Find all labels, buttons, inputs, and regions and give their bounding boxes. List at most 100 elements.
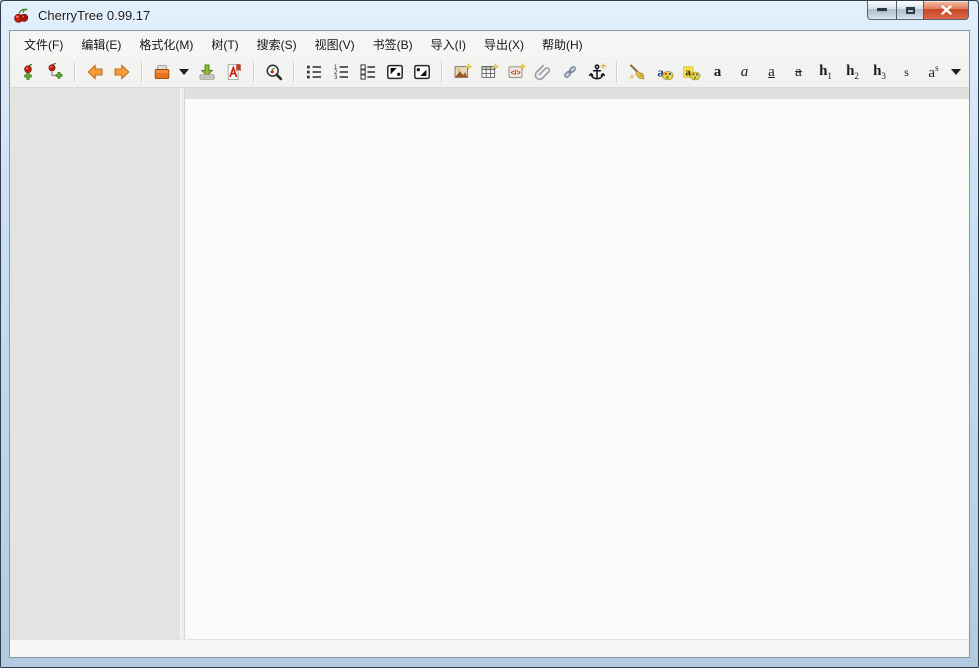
dropdown-caret-icon	[179, 69, 189, 75]
save-as-icon	[197, 62, 217, 82]
italic-button[interactable]: a	[732, 59, 757, 85]
bold-button[interactable]: a	[705, 59, 730, 85]
underline-button[interactable]: a	[759, 59, 784, 85]
text-editor[interactable]	[185, 99, 969, 639]
save-button[interactable]	[149, 59, 174, 85]
toolbar-separator	[616, 62, 617, 82]
toggle-panel-right-icon	[412, 62, 432, 82]
attach-file-button[interactable]	[530, 59, 555, 85]
toolbar-separator	[253, 62, 254, 82]
insert-anchor-button[interactable]	[584, 59, 609, 85]
superscript-icon: as	[928, 64, 938, 81]
clear-formatting-button[interactable]	[624, 59, 649, 85]
menu-bar: 文件(F) 编辑(E) 格式化(M) 树(T) 搜索(S) 视图(V) 书签(B…	[10, 31, 969, 57]
overflow-caret-icon	[951, 69, 961, 75]
save-options-dropdown-button[interactable]	[176, 59, 192, 85]
save-icon	[152, 62, 172, 82]
search-magnifier-icon	[264, 62, 284, 82]
insert-image-button[interactable]	[449, 59, 474, 85]
anchor-icon	[587, 62, 607, 82]
content-area	[10, 88, 969, 639]
menu-help[interactable]: 帮助(H)	[533, 31, 592, 57]
toolbar-separator	[293, 62, 294, 82]
image-icon	[452, 62, 472, 82]
small-text-button[interactable]: s	[894, 59, 919, 85]
insert-link-button[interactable]	[557, 59, 582, 85]
minimize-button[interactable]	[867, 1, 896, 20]
h2-icon: h2	[846, 64, 859, 81]
close-button[interactable]	[924, 1, 969, 20]
toolbar-overflow-button[interactable]	[948, 59, 964, 85]
h2-button[interactable]: h2	[840, 59, 865, 85]
menu-edit[interactable]: 编辑(E)	[72, 31, 130, 57]
add-node-button[interactable]	[15, 59, 40, 85]
go-back-button[interactable]	[82, 59, 107, 85]
toolbar-separator	[141, 62, 142, 82]
foreground-color-icon: a	[654, 62, 674, 82]
insert-table-button[interactable]	[476, 59, 501, 85]
forward-arrow-icon	[112, 62, 132, 82]
add-node-cherry-icon	[18, 62, 38, 82]
background-color-button[interactable]: a	[678, 59, 703, 85]
find-button[interactable]	[261, 59, 286, 85]
svg-text:</>: </>	[510, 70, 520, 77]
export-pdf-button[interactable]	[221, 59, 246, 85]
main-area	[185, 88, 969, 639]
menu-view[interactable]: 视图(V)	[306, 31, 364, 57]
numbered-list-button[interactable]: 1 2 3	[328, 59, 353, 85]
todo-list-button[interactable]	[355, 59, 380, 85]
paperclip-icon	[533, 62, 553, 82]
menu-import[interactable]: 导入(I)	[422, 31, 475, 57]
editor-top-strip	[185, 88, 969, 99]
window-title: CherryTree 0.99.17	[38, 8, 150, 23]
toolbar: 1 2 3	[10, 57, 969, 88]
toolbar-separator	[74, 62, 75, 82]
numbered-list-icon: 1 2 3	[331, 62, 351, 82]
menu-search[interactable]: 搜索(S)	[248, 31, 306, 57]
add-subnode-cherry-icon	[45, 62, 65, 82]
application-window: CherryTree 0.99.17 文件(F) 编辑(E) 格式化(M) 树(…	[0, 0, 979, 668]
window-body: 文件(F) 编辑(E) 格式化(M) 树(T) 搜索(S) 视图(V) 书签(B…	[9, 30, 970, 658]
maximize-button[interactable]	[896, 1, 924, 20]
h3-icon: h3	[873, 64, 886, 81]
menu-tree[interactable]: 树(T)	[202, 31, 247, 57]
h1-button[interactable]: h1	[813, 59, 838, 85]
bulleted-list-icon	[304, 62, 324, 82]
window-controls	[867, 1, 969, 20]
codebox-icon: </>	[506, 62, 526, 82]
add-subnode-button[interactable]	[42, 59, 67, 85]
title-bar[interactable]: CherryTree 0.99.17	[1, 1, 978, 30]
menu-bookmarks[interactable]: 书签(B)	[364, 31, 422, 57]
small-s-icon: s	[904, 66, 909, 78]
save-as-button[interactable]	[194, 59, 219, 85]
bulleted-list-button[interactable]	[301, 59, 326, 85]
close-icon	[941, 5, 952, 15]
foreground-color-button[interactable]: a	[651, 59, 676, 85]
bold-a-icon: a	[714, 65, 722, 80]
insert-codebox-button[interactable]: </>	[503, 59, 528, 85]
pdf-icon	[224, 62, 244, 82]
clear-formatting-broom-icon	[627, 62, 647, 82]
menu-file[interactable]: 文件(F)	[15, 31, 72, 57]
toggle-panel-right-button[interactable]	[409, 59, 434, 85]
maximize-icon	[906, 7, 915, 14]
background-color-icon: a	[681, 62, 701, 82]
h3-button[interactable]: h3	[867, 59, 892, 85]
svg-text:3: 3	[334, 75, 338, 81]
superscript-button[interactable]: as	[921, 59, 946, 85]
menu-format[interactable]: 格式化(M)	[130, 31, 202, 57]
underline-a-icon: a	[768, 65, 775, 80]
toggle-panel-left-icon	[385, 62, 405, 82]
strikethrough-a-icon: a	[795, 65, 802, 80]
toolbar-separator	[441, 62, 442, 82]
italic-a-icon: a	[741, 65, 749, 80]
link-chain-icon	[560, 62, 580, 82]
go-forward-button[interactable]	[109, 59, 134, 85]
menu-export[interactable]: 导出(X)	[475, 31, 533, 57]
todo-list-icon	[358, 62, 378, 82]
strikethrough-button[interactable]: a	[786, 59, 811, 85]
node-tree-panel[interactable]	[10, 88, 180, 639]
table-icon	[479, 62, 499, 82]
toggle-panel-left-button[interactable]	[382, 59, 407, 85]
cherries-icon[interactable]	[12, 7, 31, 25]
